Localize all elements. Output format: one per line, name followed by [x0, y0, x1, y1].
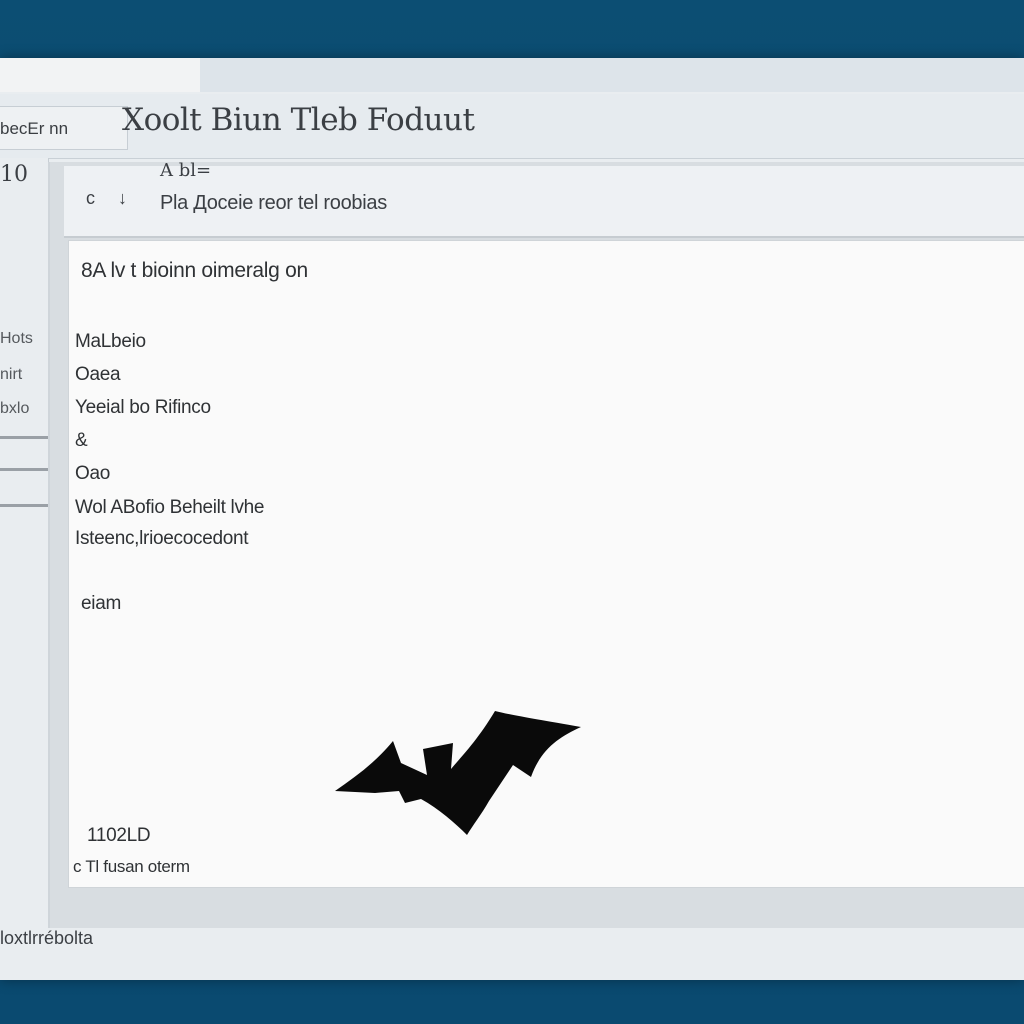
document-heading: 8A lv t bioinn oimeralg on — [81, 259, 308, 282]
sidebar-item-nirt[interactable]: nirt — [0, 366, 48, 384]
document-line: MaLbeio — [75, 331, 146, 352]
title-bar: becEr nn Xoolt Biun Tleb Foduut — [0, 94, 1024, 159]
sidebar-item-bxlo[interactable]: bxlo — [0, 400, 48, 418]
sidebar-divider — [0, 436, 48, 439]
document-line: eiam — [81, 593, 121, 614]
app-window: becEr nn Xoolt Biun Tleb Foduut 10 Hots … — [0, 58, 1024, 980]
document-line: Isteenc,lrioecocedont — [75, 528, 249, 549]
sidebar-divider — [0, 504, 48, 507]
cursor-icon[interactable]: ↓ — [118, 188, 127, 209]
sidebar-divider — [0, 468, 48, 471]
toolbar: A bl= c ↓ Pla Доceie reor tel roobias — [64, 160, 1024, 238]
toolbar-caption: A bl= — [160, 160, 212, 181]
document-line: Oao — [75, 463, 111, 484]
status-bar: loxtlrrébolta — [0, 928, 1024, 980]
document-line: Wol ABofio Beheilt lvhe — [75, 497, 265, 518]
document-line: & — [75, 430, 88, 451]
toolbar-path-text: Pla Доceie reor tel roobias — [160, 192, 387, 214]
window-top-strip — [0, 58, 1024, 92]
document-footer-code: 1102LD — [87, 825, 151, 846]
document-tab[interactable]: becEr nn — [0, 106, 128, 150]
sidebar-item-hots[interactable]: Hots — [0, 330, 48, 348]
document-line: Yeeial bo Rifinco — [75, 397, 211, 418]
document-page[interactable]: 8A lv t bioinn oimeralg on MaLbeio Oaea … — [68, 240, 1024, 888]
tab-strip-area — [0, 58, 200, 92]
document-footer-line: c Tl fusan oterm — [73, 857, 190, 876]
document-line: Oaea — [75, 364, 121, 385]
bat-logo-icon — [335, 711, 581, 835]
sidebar-header: 10 — [0, 162, 28, 187]
sidebar: 10 Hots nirt bxlo — [0, 158, 49, 958]
status-text: loxtlrrébolta — [0, 928, 94, 948]
window-title: Xoolt Biun Tleb Foduut — [122, 102, 475, 138]
back-icon[interactable]: c — [86, 188, 95, 209]
content-frame: A bl= c ↓ Pla Доceie reor tel roobias 8A… — [48, 160, 1024, 952]
